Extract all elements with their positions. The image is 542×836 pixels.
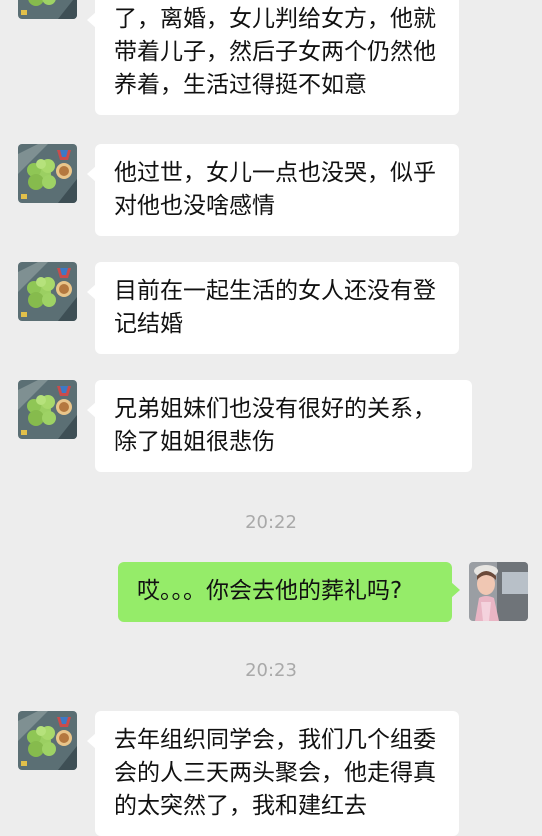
- user-avatar[interactable]: [469, 562, 528, 621]
- flower-avatar-icon: [18, 711, 77, 770]
- flower-avatar-icon: [18, 144, 77, 203]
- message-bubble[interactable]: 兄弟姐妹们也没有很好的关系，除了姐姐很悲伤: [87, 380, 472, 472]
- contact-avatar[interactable]: [18, 0, 77, 19]
- timestamp: 20:23: [245, 660, 297, 681]
- flower-avatar-icon: [18, 380, 77, 439]
- flower-avatar-icon: [18, 0, 77, 19]
- message-bubble[interactable]: 了，离婚，女儿判给女方，他就带着儿子，然后子女两个仍然他养着，生活过得挺不如意: [87, 0, 459, 115]
- message-text: 兄弟姐妹们也没有很好的关系，除了姐姐很悲伤: [114, 396, 436, 455]
- girl-avatar-icon: [469, 562, 528, 621]
- contact-avatar[interactable]: [18, 711, 77, 770]
- message-bubble[interactable]: 他过世，女儿一点也没哭，似乎对他也没啥感情: [87, 144, 459, 236]
- contact-avatar[interactable]: [18, 144, 77, 203]
- message-text: 了，离婚，女儿判给女方，他就带着儿子，然后子女两个仍然他养着，生活过得挺不如意: [114, 6, 436, 98]
- contact-avatar[interactable]: [18, 380, 77, 439]
- timestamp: 20:22: [245, 512, 297, 533]
- message-text: 目前在一起生活的女人还没有登记结婚: [114, 278, 436, 337]
- message-text: 去年组织同学会，我们几个组委会的人三天两头聚会，他走得真的太突然了，我和建红去: [114, 727, 436, 819]
- flower-avatar-icon: [18, 262, 77, 321]
- message-bubble[interactable]: 去年组织同学会，我们几个组委会的人三天两头聚会，他走得真的太突然了，我和建红去: [87, 711, 459, 836]
- contact-avatar[interactable]: [18, 262, 77, 321]
- message-bubble[interactable]: 哎。。。你会去他的葬礼吗?: [118, 562, 460, 622]
- message-bubble[interactable]: 目前在一起生活的女人还没有登记结婚: [87, 262, 459, 354]
- message-text: 他过世，女儿一点也没哭，似乎对他也没啥感情: [114, 160, 436, 219]
- message-text: 哎。。。你会去他的葬礼吗?: [137, 578, 403, 604]
- chat-area[interactable]: 了，离婚，女儿判给女方，他就带着儿子，然后子女两个仍然他养着，生活过得挺不如意 …: [0, 0, 542, 836]
